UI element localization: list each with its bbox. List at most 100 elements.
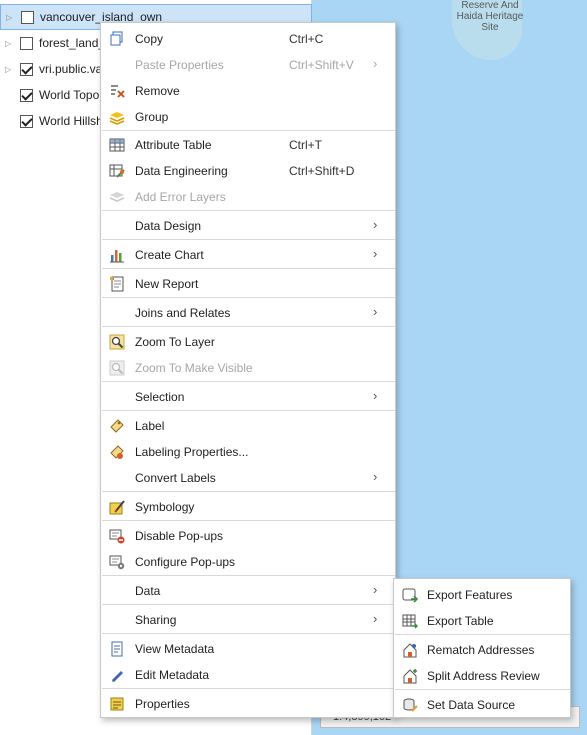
menu-shortcut: Ctrl+Shift+D — [289, 164, 355, 178]
layer-name: vri.public.va — [39, 62, 103, 76]
table-icon — [109, 138, 125, 152]
layer-visibility-checkbox[interactable] — [20, 114, 33, 128]
chevron-right-icon: › — [373, 246, 378, 261]
menu-label: Selection — [135, 390, 185, 404]
properties-icon — [110, 697, 124, 711]
menu-separator — [102, 520, 395, 521]
chevron-right-icon: › — [373, 56, 378, 71]
menu-item-disable-popups[interactable]: Disable Pop-ups — [101, 523, 395, 549]
menu-label: Data — [135, 584, 161, 598]
menu-label: Sharing — [135, 613, 177, 627]
menu-label: Symbology — [135, 500, 195, 514]
menu-item-data-design[interactable]: Data Design › — [101, 213, 395, 239]
chevron-right-icon: › — [373, 582, 378, 597]
zoom-to-layer-icon — [109, 334, 125, 350]
menu-shortcut: Ctrl+C — [289, 32, 324, 46]
menu-item-zoom-to-layer[interactable]: Zoom To Layer — [101, 329, 395, 355]
menu-label: Attribute Table — [135, 138, 212, 152]
menu-shortcut: Ctrl+T — [289, 138, 322, 152]
disable-popups-icon — [109, 529, 125, 544]
menu-item-data-engineering[interactable]: Data Engineering Ctrl+Shift+D — [101, 158, 395, 184]
menu-separator — [102, 633, 395, 634]
menu-item-paste-properties[interactable]: Paste Properties Ctrl+Shift+V › — [101, 52, 395, 78]
layer-visibility-checkbox[interactable] — [20, 62, 33, 76]
menu-label: Group — [135, 110, 169, 124]
submenu-label: Rematch Addresses — [427, 643, 535, 657]
layer-name: forest_land_ — [39, 36, 106, 50]
menu-item-sharing[interactable]: Sharing › — [101, 607, 395, 633]
expand-arrow-icon[interactable]: ▷ — [6, 13, 16, 22]
menu-label: Copy — [135, 32, 164, 46]
pencil-icon — [112, 671, 123, 682]
menu-separator — [102, 688, 395, 689]
layer-name: World Hillsh — [39, 114, 103, 128]
menu-item-convert-labels[interactable]: Convert Labels › — [101, 465, 395, 491]
data-source-icon — [403, 698, 418, 712]
group-layers-icon — [109, 112, 125, 125]
menu-label: Disable Pop-ups — [135, 529, 224, 543]
menu-item-zoom-to-make-visible[interactable]: Zoom To Make Visible — [101, 355, 395, 381]
submenu-item-split-address-review[interactable]: Split Address Review — [394, 663, 570, 689]
place-label-line: Haida Heritage — [456, 11, 524, 22]
menu-item-view-metadata[interactable]: View Metadata — [101, 636, 395, 662]
menu-separator — [102, 239, 395, 240]
menu-label: Remove — [135, 84, 180, 98]
submenu-label: Export Table — [427, 614, 494, 628]
label-icon — [110, 419, 124, 433]
submenu-item-export-table[interactable]: Export Table — [394, 608, 570, 634]
menu-separator — [102, 130, 395, 131]
split-address-icon — [403, 669, 417, 684]
expand-arrow-icon[interactable]: ▷ — [5, 39, 15, 48]
menu-separator — [102, 381, 395, 382]
layer-name: World Topo — [39, 88, 100, 102]
menu-label: Edit Metadata — [135, 668, 210, 682]
menu-label: Joins and Relates — [135, 306, 231, 320]
submenu-label: Set Data Source — [427, 698, 516, 712]
menu-item-remove[interactable]: Remove — [101, 78, 395, 104]
menu-item-properties[interactable]: Properties — [101, 691, 395, 717]
layer-visibility-checkbox[interactable] — [20, 88, 33, 102]
menu-item-label[interactable]: Label — [101, 413, 395, 439]
menu-item-add-error-layers[interactable]: Add Error Layers — [101, 184, 395, 210]
menu-item-create-chart[interactable]: Create Chart › — [101, 242, 395, 268]
menu-item-symbology[interactable]: Symbology — [101, 494, 395, 520]
menu-item-group[interactable]: Group — [101, 104, 395, 130]
menu-item-labeling-properties[interactable]: Labeling Properties... — [101, 439, 395, 465]
menu-separator — [102, 491, 395, 492]
chart-icon — [110, 250, 124, 263]
menu-item-joins-relates[interactable]: Joins and Relates › — [101, 300, 395, 326]
menu-separator — [102, 326, 395, 327]
menu-item-edit-metadata[interactable]: Edit Metadata — [101, 662, 395, 688]
menu-separator — [395, 634, 570, 635]
menu-item-selection[interactable]: Selection › — [101, 384, 395, 410]
place-label-line: Reserve And — [461, 0, 519, 11]
copy-icon — [110, 31, 123, 46]
menu-label: Zoom To Make Visible — [135, 361, 253, 375]
menu-label: Paste Properties — [135, 58, 224, 72]
menu-label: Labeling Properties... — [135, 445, 249, 459]
layer-visibility-checkbox[interactable] — [21, 10, 34, 24]
menu-item-copy[interactable]: Copy Ctrl+C — [101, 26, 395, 52]
menu-label: New Report — [135, 277, 199, 291]
chevron-right-icon: › — [373, 611, 378, 626]
submenu-item-rematch-addresses[interactable]: Rematch Addresses — [394, 637, 570, 663]
menu-label: Convert Labels — [135, 471, 216, 485]
menu-label: Create Chart — [135, 248, 204, 262]
submenu-item-set-data-source[interactable]: Set Data Source — [394, 692, 570, 718]
labeling-properties-icon — [110, 445, 124, 459]
menu-item-new-report[interactable]: New Report — [101, 271, 395, 297]
metadata-icon — [111, 641, 123, 657]
report-icon — [110, 276, 124, 292]
layer-visibility-checkbox[interactable] — [20, 36, 33, 50]
chevron-right-icon: › — [373, 304, 378, 319]
data-submenu: Export Features Export Table Rematch Add… — [393, 578, 571, 718]
remove-layer-icon — [111, 85, 125, 98]
menu-label: Data Design — [135, 219, 202, 233]
expand-arrow-icon[interactable]: ▷ — [5, 65, 15, 74]
zoom-to-visible-icon — [109, 360, 125, 376]
menu-label: View Metadata — [135, 642, 215, 656]
menu-item-attribute-table[interactable]: Attribute Table Ctrl+T — [101, 132, 395, 158]
menu-item-configure-popups[interactable]: Configure Pop-ups — [101, 549, 395, 575]
submenu-item-export-features[interactable]: Export Features — [394, 582, 570, 608]
menu-item-data[interactable]: Data › — [101, 578, 395, 604]
